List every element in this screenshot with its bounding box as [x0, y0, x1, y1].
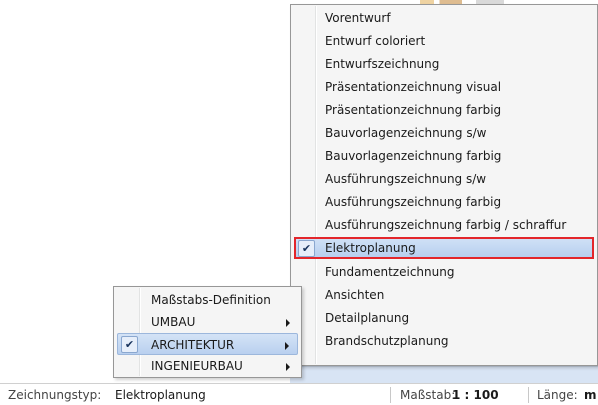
submenu-arrow-icon	[285, 342, 289, 350]
scale-label: Maßstab:	[400, 388, 456, 402]
menu-item-entwurf-coloriert[interactable]: Entwurf coloriert	[294, 30, 594, 52]
category-menu: Maßstabs-Definition UMBAU ✔ ARCHITEKTUR …	[113, 286, 302, 378]
status-separator	[390, 387, 391, 403]
menu-item-label: Ausführungszeichnung farbig / schraffur	[325, 218, 567, 232]
menu-item-label: Bauvorlagenzeichnung farbig	[325, 149, 502, 163]
menu-item-ausfuehrung-farbig[interactable]: Ausführungszeichnung farbig	[294, 191, 594, 213]
menu-item-label: Bauvorlagenzeichnung s/w	[325, 126, 487, 140]
menu-item-umbau[interactable]: UMBAU	[117, 311, 298, 333]
submenu-arrow-icon	[286, 363, 290, 371]
check-icon: ✔	[121, 336, 138, 353]
length-label: Länge:	[537, 388, 578, 402]
menu-item-elektroplanung[interactable]: ✔ Elektroplanung	[294, 237, 594, 259]
menu-item-label: Ausführungszeichnung s/w	[325, 172, 487, 186]
drawing-type-menu: Vorentwurf Entwurf coloriert Entwurfszei…	[290, 4, 598, 366]
menu-item-label: Fundamentzeichnung	[325, 265, 455, 279]
menu-item-entwurfszeichnung[interactable]: Entwurfszeichnung	[294, 53, 594, 75]
background-strip	[290, 366, 598, 384]
menu-item-label: UMBAU	[151, 315, 196, 329]
menu-item-label: Entwurfszeichnung	[325, 57, 440, 71]
drawing-type-value[interactable]: Elektroplanung	[115, 384, 206, 405]
check-icon: ✔	[298, 240, 315, 257]
menu-item-label: Detailplanung	[325, 311, 410, 325]
menu-item-detailplanung[interactable]: Detailplanung	[294, 307, 594, 329]
menu-item-praesentation-farbig[interactable]: Präsentationzeichnung farbig	[294, 99, 594, 121]
menu-item-ansichten[interactable]: Ansichten	[294, 284, 594, 306]
menu-item-bauvorlagen-sw[interactable]: Bauvorlagenzeichnung s/w	[294, 122, 594, 144]
menu-item-label: INGENIEURBAU	[151, 359, 243, 373]
menu-item-label: Brandschutzplanung	[325, 334, 449, 348]
menu-item-label: Entwurf coloriert	[325, 34, 426, 48]
menu-item-label: Maßstabs-Definition	[151, 293, 271, 307]
status-separator	[528, 387, 529, 403]
menu-item-architektur[interactable]: ✔ ARCHITEKTUR	[117, 333, 298, 355]
drawing-type-label: Zeichnungstyp:	[8, 388, 102, 402]
menu-item-label: ARCHITEKTUR	[151, 338, 235, 352]
menu-item-massstabs-definition[interactable]: Maßstabs-Definition	[117, 289, 298, 311]
menu-item-label: Ausführungszeichnung farbig	[325, 195, 502, 209]
menu-item-ausfuehrung-sw[interactable]: Ausführungszeichnung s/w	[294, 168, 594, 190]
menu-item-bauvorlagen-farbig[interactable]: Bauvorlagenzeichnung farbig	[294, 145, 594, 167]
menu-item-fundamentzeichnung[interactable]: Fundamentzeichnung	[294, 261, 594, 283]
scale-value[interactable]: 1 : 100	[452, 384, 499, 405]
menu-item-brandschutzplanung[interactable]: Brandschutzplanung	[294, 330, 594, 352]
menu-item-label: Präsentationzeichnung visual	[325, 80, 502, 94]
length-value[interactable]: m	[584, 384, 597, 405]
menu-item-vorentwurf[interactable]: Vorentwurf	[294, 7, 594, 29]
menu-item-label: Präsentationzeichnung farbig	[325, 103, 502, 117]
menu-item-ingenieurbau[interactable]: INGENIEURBAU	[117, 355, 298, 377]
menu-item-label: Ansichten	[325, 288, 385, 302]
menu-item-label: Elektroplanung	[325, 241, 416, 255]
menu-item-praesentation-visual[interactable]: Präsentationzeichnung visual	[294, 76, 594, 98]
menu-item-ausfuehrung-schraffur[interactable]: Ausführungszeichnung farbig / schraffur	[294, 214, 594, 236]
status-bar: Zeichnungstyp: Elektroplanung Maßstab: 1…	[0, 383, 598, 405]
submenu-arrow-icon	[286, 319, 290, 327]
menu-item-label: Vorentwurf	[325, 11, 391, 25]
